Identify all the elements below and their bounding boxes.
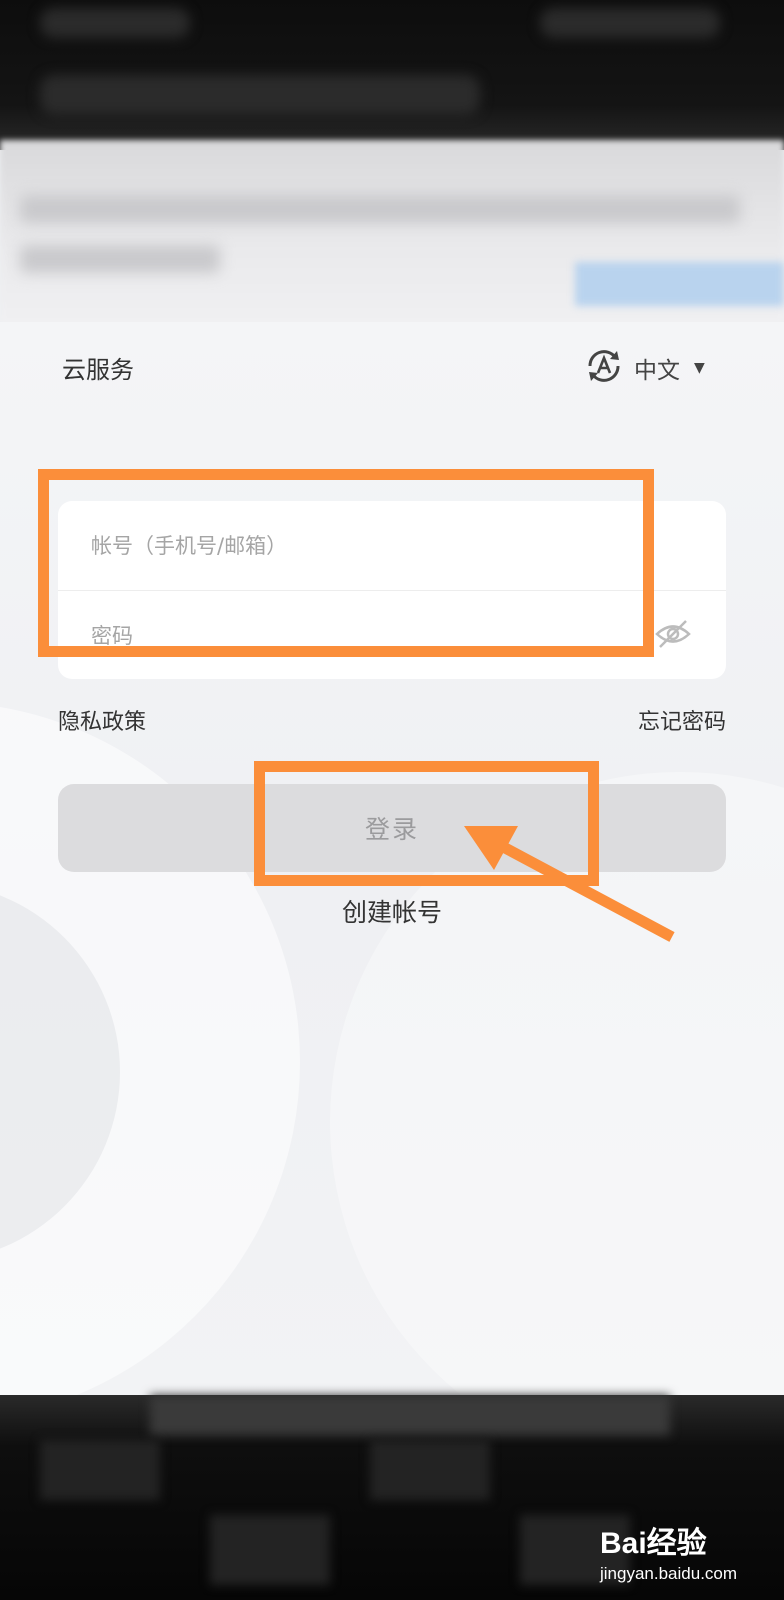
arrow-icon — [464, 826, 675, 942]
watermark-logo: Bai经验 — [600, 1527, 707, 1560]
watermark-url: jingyan.baidu.com — [600, 1564, 738, 1583]
blur-block — [150, 1395, 670, 1435]
blur-block — [40, 1440, 160, 1500]
blur-block — [370, 1440, 490, 1500]
baidu-jingyan-watermark: Bai经验 jingyan.baidu.com — [600, 1518, 737, 1584]
blur-block — [210, 1515, 330, 1585]
